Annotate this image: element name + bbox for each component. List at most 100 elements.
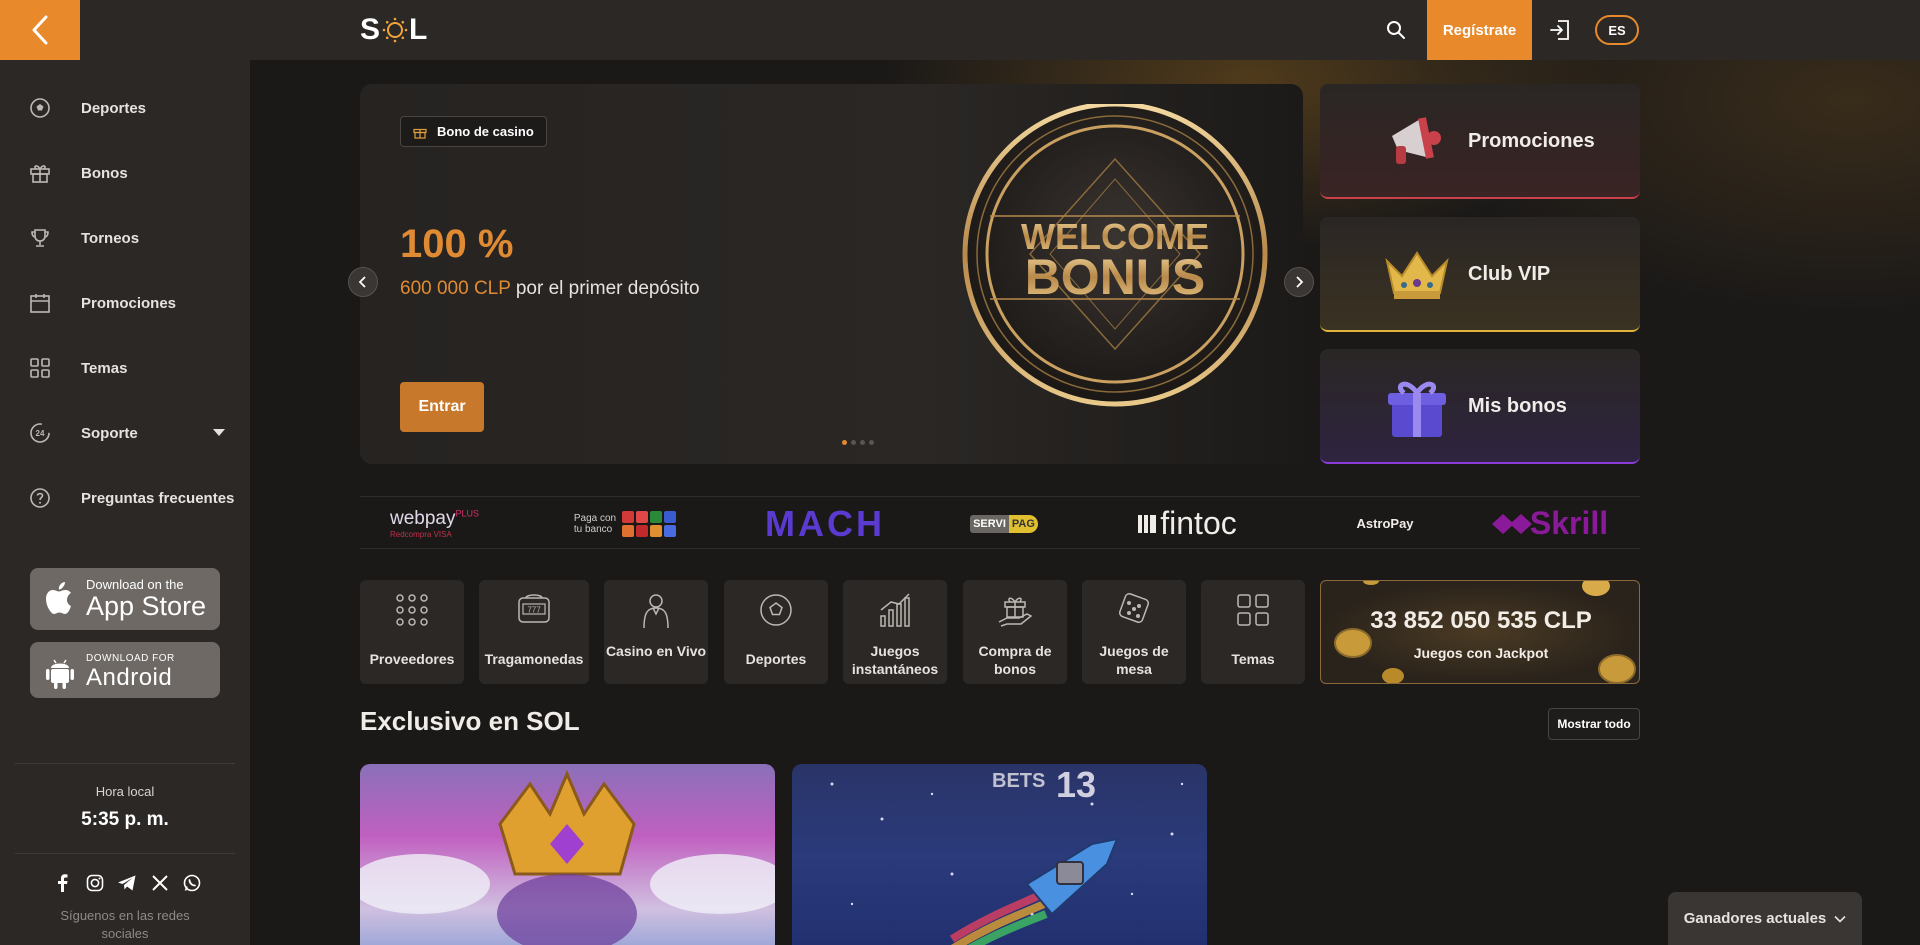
android-icon (46, 659, 74, 689)
category-temas[interactable]: Temas (1201, 580, 1305, 684)
category-tragamonedas[interactable]: 777 Tragamonedas (479, 580, 589, 684)
divider (15, 853, 235, 854)
login-icon (1550, 20, 1569, 40)
chevron-left-icon (358, 276, 366, 288)
category-juegos-instantaneos[interactable]: Juegos instantáneos (843, 580, 947, 684)
promociones-card[interactable]: Promociones (1320, 84, 1640, 199)
carousel-next-button[interactable] (1284, 267, 1314, 297)
section-title: Exclusivo en SOL (360, 706, 580, 736)
category-juegos-de-mesa[interactable]: Juegos de mesa (1082, 580, 1186, 684)
category-casino-en-vivo[interactable]: Casino en Vivo (604, 580, 708, 684)
game-bets-label: BETS (992, 770, 1046, 792)
svg-text:BONUS: BONUS (1025, 249, 1206, 305)
gift-icon (28, 161, 52, 185)
carousel-dot[interactable] (842, 440, 847, 445)
top-bar: S L Regístrate ES (0, 0, 1920, 60)
soccer-ball-icon (760, 594, 792, 626)
sidebar-item-promociones[interactable]: Promociones (0, 277, 250, 329)
category-proveedores[interactable]: Proveedores (360, 580, 464, 684)
register-button[interactable]: Regístrate (1427, 0, 1532, 60)
carousel-prev-button[interactable] (348, 267, 378, 297)
game-bets-count: 13 (1056, 764, 1097, 805)
astropay-logo: AstroPay (1356, 516, 1414, 531)
megaphone-icon (1392, 117, 1441, 164)
trophy-icon (28, 226, 52, 250)
banner-subtitle: 600 000 CLP por el primer depósito (400, 278, 700, 299)
sidebar-item-deportes[interactable]: Deportes (0, 82, 250, 134)
jackpot-label: Juegos con Jackpot (1413, 645, 1549, 661)
local-time-value: 5:35 p. m. (81, 809, 169, 830)
category-deportes[interactable]: Deportes (724, 580, 828, 684)
game-card[interactable] (360, 764, 775, 945)
category-compra-de-bonos[interactable]: Compra de bonos (963, 580, 1067, 684)
gift-icon (413, 128, 427, 139)
svg-text:24: 24 (36, 429, 45, 438)
sidebar-item-label: Torneos (81, 229, 140, 247)
game-thumbnail (360, 770, 775, 945)
dots-grid-icon (396, 594, 428, 626)
current-winners-toggle[interactable]: Ganadores actuales (1668, 892, 1862, 945)
fintoc-logo: fintoc (1120, 497, 1255, 550)
gift-hand-icon (998, 597, 1033, 627)
local-time-label: Hora local (95, 784, 155, 799)
app-store-button[interactable]: Download on the App Store (30, 568, 220, 630)
bar-chart-icon (880, 593, 910, 627)
jackpot-card[interactable]: 33 852 050 535 CLP Juegos con Jackpot (1320, 580, 1640, 684)
chevron-down-icon[interactable] (213, 429, 225, 436)
skrill-logo: Skrill (1480, 497, 1620, 550)
telegram-icon[interactable] (117, 873, 137, 893)
carousel-dot[interactable] (869, 440, 874, 445)
dice-icon (1118, 592, 1150, 624)
sidebar: Deportes Bonos Torneos Promociones Temas… (0, 60, 250, 945)
banner-tag: Bono de casino (400, 116, 547, 147)
whatsapp-icon[interactable] (182, 873, 202, 893)
language-selector[interactable]: ES (1595, 15, 1639, 45)
sidebar-item-label: Soporte (81, 424, 138, 442)
sidebar-item-torneos[interactable]: Torneos (0, 212, 250, 264)
search-button[interactable] (1380, 15, 1412, 45)
facebook-icon[interactable] (52, 873, 72, 893)
social-follow-text: Síguenos en las redes sociales (60, 908, 190, 941)
sidebar-item-label: Bonos (81, 164, 128, 182)
sidebar-item-label: Preguntas frecuentes (81, 489, 235, 507)
carousel-dot[interactable] (860, 440, 865, 445)
webpay-logo: webpayPLUS Redcompra VISA (390, 508, 480, 539)
welcome-bonus-coin-image: WELCOME BONUS (962, 104, 1268, 407)
mach-logo: MACH (765, 502, 885, 544)
slot-machine-icon: 777 (518, 594, 550, 623)
sidebar-item-label: Deportes (81, 99, 147, 117)
sidebar-item-label: Temas (81, 359, 128, 377)
game-card[interactable]: BETS 13 (792, 764, 1207, 945)
x-twitter-icon[interactable] (150, 873, 170, 893)
divider (15, 763, 235, 764)
grid-icon (1237, 594, 1269, 626)
sol-logo[interactable]: S L (360, 12, 428, 48)
android-download-button[interactable]: DOWNLOAD FOR Android (30, 642, 220, 698)
soccer-ball-icon (28, 96, 52, 120)
instagram-icon[interactable] (85, 873, 105, 893)
payment-methods-row: webpayPLUS Redcompra VISA Paga con tu ban… (360, 496, 1640, 549)
sidebar-item-soporte[interactable]: 24 Soporte (0, 407, 250, 459)
login-button[interactable] (1545, 15, 1575, 45)
back-button[interactable] (0, 0, 80, 60)
carousel-dots[interactable] (842, 440, 874, 445)
crown-icon (1385, 251, 1449, 299)
apple-icon (46, 582, 71, 614)
social-links (52, 873, 202, 893)
sidebar-item-temas[interactable]: Temas (0, 342, 250, 394)
gift-box-icon (1388, 381, 1446, 437)
sidebar-item-bonos[interactable]: Bonos (0, 147, 250, 199)
enter-button[interactable]: Entrar (400, 382, 484, 432)
carousel-dot[interactable] (851, 440, 856, 445)
search-icon (1387, 21, 1405, 39)
show-all-button[interactable]: Mostrar todo (1548, 708, 1640, 740)
sidebar-item-preguntas-frecuentes[interactable]: Preguntas frecuentes (0, 472, 250, 524)
servipag-logo: SERVI PAG (964, 497, 1044, 550)
club-vip-card[interactable]: Club VIP (1320, 217, 1640, 332)
chevron-right-icon (1296, 276, 1304, 288)
paga-con-tu-banco-logo: Paga con tu banco (565, 497, 685, 550)
grid-icon (28, 356, 52, 380)
support-24-icon: 24 (28, 421, 52, 445)
mis-bonos-card[interactable]: Mis bonos (1320, 349, 1640, 464)
hero-banner[interactable]: Bono de casino 100 % 600 000 CLP por el … (360, 84, 1303, 464)
